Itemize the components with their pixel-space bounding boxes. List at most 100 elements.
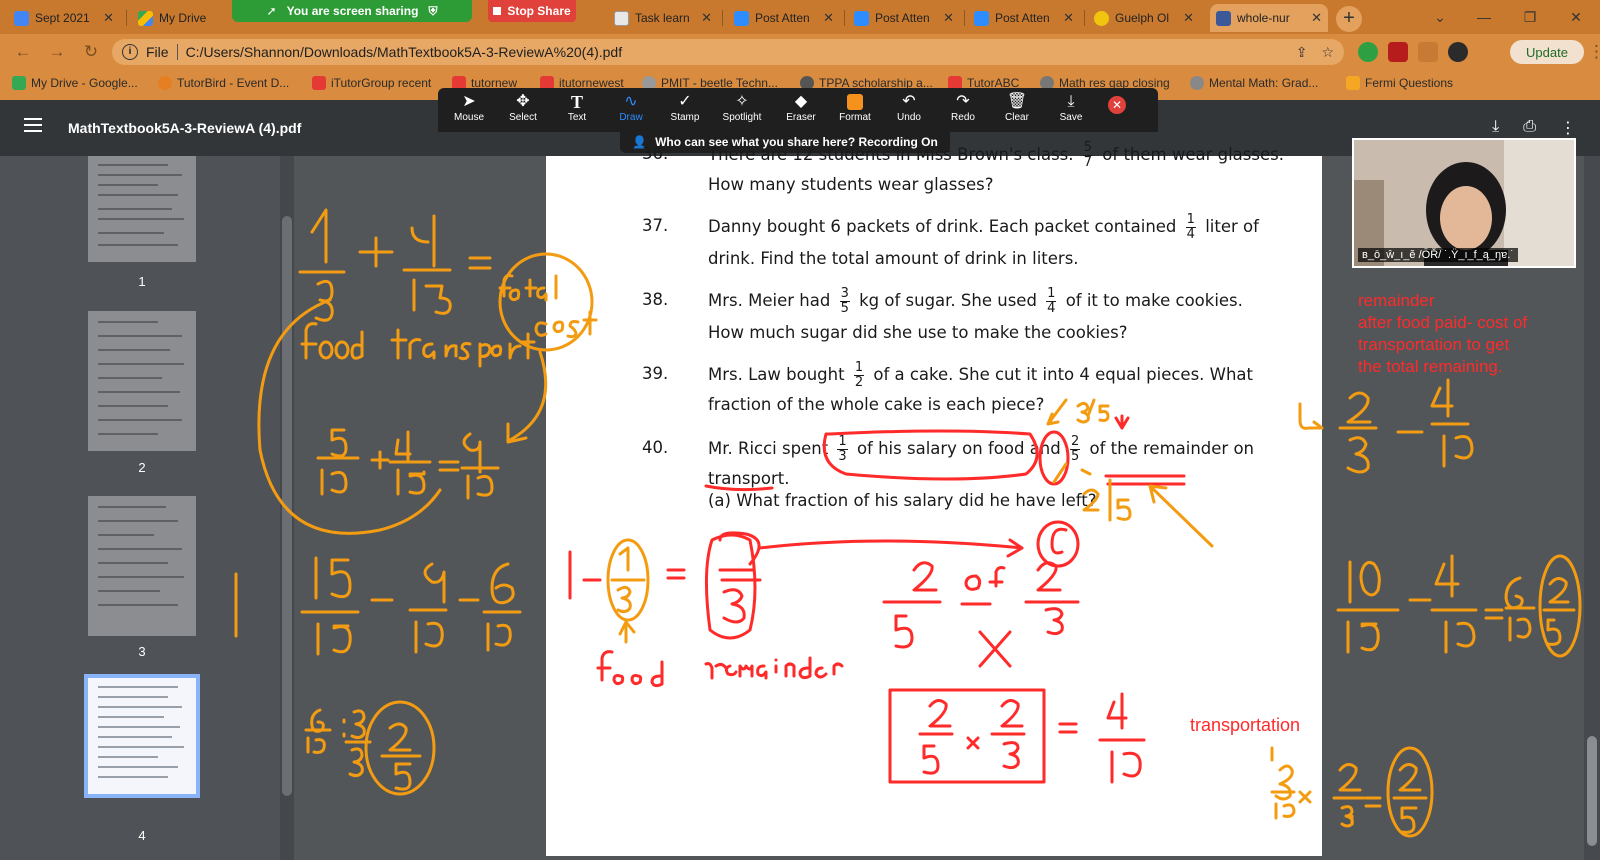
extension-green-icon[interactable] [1358, 42, 1378, 62]
tool-label: Eraser [786, 112, 816, 123]
extension-puzzle-icon[interactable] [1418, 42, 1438, 62]
thumbnail-page-2[interactable] [88, 311, 196, 451]
tool-save[interactable]: ⤓ Save [1044, 92, 1098, 130]
tab-7[interactable]: whole-nur ✕ [1210, 4, 1328, 32]
close-icon[interactable]: ✕ [1311, 10, 1322, 26]
trash-icon: 🗑 [1006, 93, 1028, 110]
tab-0[interactable]: Sept 2021 ✕ [8, 4, 120, 32]
close-icon[interactable]: ✕ [823, 10, 834, 26]
bookmark-label: TutorBird - Event D... [177, 76, 290, 90]
question-37-line2: drink. Find the total amount of drink in… [708, 249, 1079, 268]
tool-label: Spotlight [722, 112, 762, 123]
tab-4[interactable]: Post Atten ✕ [848, 4, 960, 32]
pdf-title: MathTextbook5A-3-ReviewA (4).pdf [68, 120, 302, 136]
print-icon[interactable]: ⎙ [1523, 118, 1536, 138]
tool-mouse[interactable]: ➤ Mouse [442, 92, 496, 130]
tab-6[interactable]: Guelph Ol ✕ [1088, 4, 1200, 32]
update-button[interactable]: Update [1510, 40, 1584, 64]
tab-label: Sept 2021 [35, 11, 90, 25]
tool-redo[interactable]: ↷ Redo [936, 92, 990, 130]
more-options-icon[interactable]: ⋮ [1560, 118, 1576, 138]
info-icon[interactable]: i [122, 44, 138, 60]
tool-stamp[interactable]: ✓ Stamp [658, 92, 712, 130]
bookmark-10[interactable]: Fermi Questions [1346, 76, 1453, 90]
thumbnail-number-current: 4 [138, 828, 146, 843]
tool-eraser[interactable]: ◆ Eraser [774, 92, 828, 130]
thumbnail-page-4[interactable] [84, 674, 200, 798]
stop-share-button[interactable]: Stop Share [488, 0, 576, 22]
annotation-note-line: the total remaining. [1358, 357, 1503, 376]
guelph-icon [1094, 10, 1109, 26]
question-number: 40. [642, 438, 669, 457]
undo-icon: ↶ [902, 93, 916, 110]
restore-button[interactable]: ❐ [1508, 4, 1552, 30]
tool-select[interactable]: ✥ Select [496, 92, 550, 130]
scrollbar-thumb[interactable] [1587, 736, 1597, 846]
tool-text[interactable]: T Text [550, 92, 604, 130]
annotation-note: remainder after food paid- cost of trans… [1358, 290, 1527, 378]
bookmark-2[interactable]: iTutorGroup recent [312, 76, 431, 90]
close-icon[interactable]: ✕ [1063, 10, 1074, 26]
fraction: 14 [1046, 286, 1057, 316]
tab-5[interactable]: Post Atten ✕ [968, 4, 1080, 32]
bookmark-1[interactable]: TutorBird - Event D... [158, 76, 289, 90]
tool-draw[interactable]: ∿ Draw [604, 92, 658, 130]
tab-label: My Drive [159, 11, 207, 25]
back-arrow-icon[interactable]: ← [12, 41, 34, 63]
tool-undo[interactable]: ↶ Undo [882, 92, 936, 130]
tool-clear[interactable]: 🗑 Clear [990, 92, 1044, 130]
question-38-line1: Mrs. Meier had 35 kg of sugar. She used … [708, 286, 1243, 316]
pdf-page: 36. There are 12 students in Miss Brown'… [546, 141, 1322, 856]
page-scrollbar[interactable] [1584, 156, 1600, 860]
question-38-line2: How much sugar did she use to make the c… [708, 323, 1128, 342]
menu-dots-icon[interactable]: ⋮ [1588, 41, 1600, 63]
tool-format[interactable]: Format [828, 92, 882, 130]
bookmark-0[interactable]: My Drive - Google... [12, 76, 138, 90]
redo-icon: ↷ [956, 93, 970, 110]
sidebar-scrollbar[interactable] [280, 156, 294, 860]
bookmark-9[interactable]: Mental Math: Grad... [1190, 76, 1318, 90]
address-input[interactable]: i File C:/Users/Shannon/Downloads/MathTe… [112, 39, 1344, 65]
tool-spotlight[interactable]: ✧ Spotlight [712, 92, 772, 130]
annotation-note-line: transportation to get [1358, 335, 1510, 354]
new-tab-button[interactable]: + [1336, 6, 1362, 32]
tool-label: Format [839, 112, 871, 123]
close-icon[interactable]: ✕ [701, 10, 712, 26]
fraction: 13 [837, 434, 848, 464]
thumbnail-number: 3 [138, 644, 146, 659]
annotation-note-line: remainder [1358, 291, 1435, 310]
extension-ublock-icon[interactable] [1388, 42, 1408, 62]
update-label: Update [1526, 44, 1568, 60]
download-icon[interactable]: ⤓ [1492, 118, 1499, 138]
minimize-button[interactable]: — [1462, 4, 1506, 30]
close-toolbar-icon[interactable]: ✕ [1108, 96, 1126, 114]
close-icon[interactable]: ✕ [943, 10, 954, 26]
tool-label: Save [1059, 112, 1083, 123]
tab-bar: Sept 2021 ✕ My Drive ➚ You are screen sh… [0, 0, 1600, 34]
bookmark-star-icon[interactable]: ☆ [1321, 44, 1334, 61]
docs-icon [14, 10, 29, 26]
tab-2[interactable]: Task learn ✕ [608, 4, 718, 32]
tab-1[interactable]: My Drive [132, 4, 228, 32]
tab-label: Guelph Ol [1115, 11, 1170, 25]
scheme-label: File [146, 44, 169, 60]
menu-icon[interactable] [24, 118, 42, 132]
share-icon[interactable]: ⇪ [1296, 44, 1308, 61]
tab-3[interactable]: Post Atten ✕ [728, 4, 840, 32]
stop-share-label: Stop Share [507, 4, 571, 18]
close-icon[interactable]: ✕ [1183, 10, 1194, 26]
close-icon[interactable]: ✕ [103, 10, 114, 26]
thumbnail-page-1[interactable] [88, 156, 196, 262]
globe-icon [1190, 76, 1204, 90]
tab-search-icon[interactable]: ⌄ [1418, 4, 1462, 30]
reload-icon[interactable]: ↻ [80, 41, 102, 63]
bookmark-label: Mental Math: Grad... [1209, 76, 1319, 90]
question-number: 38. [642, 290, 669, 309]
forward-arrow-icon[interactable]: → [46, 41, 68, 63]
webcam-video[interactable]: ʙ_ō_ŵ_ı_ĕ /ŌŘ/ ˙.Ÿ_ı_f_ą_ŋɐ.˙ [1352, 138, 1576, 268]
drive-icon [12, 76, 26, 90]
thumbnail-page-3[interactable] [88, 496, 196, 636]
close-window-button[interactable]: ✕ [1554, 4, 1598, 30]
scrollbar-thumb[interactable] [282, 216, 292, 796]
profile-avatar[interactable] [1448, 42, 1468, 62]
